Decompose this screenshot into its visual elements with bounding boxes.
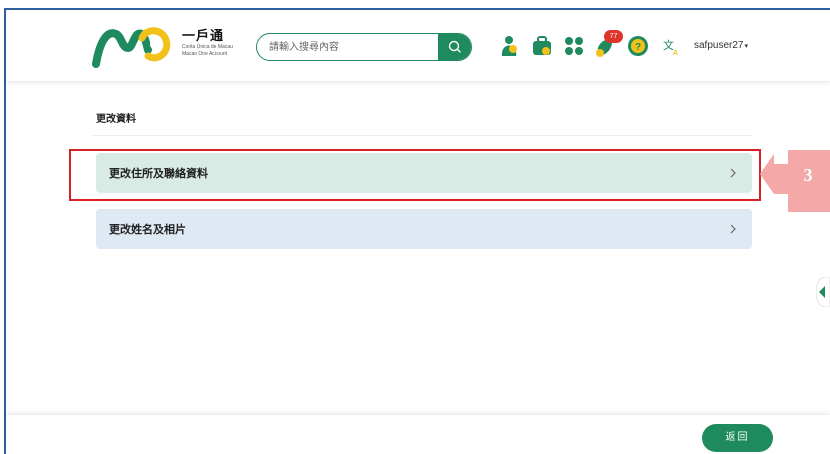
brand-subtitle-2: Macao One Account	[182, 51, 228, 57]
menu-item-change-name-photo[interactable]: 更改姓名及相片	[96, 209, 752, 249]
services-icon[interactable]	[498, 34, 520, 58]
notification-badge: 77	[604, 30, 623, 43]
side-tab-icon[interactable]	[816, 277, 830, 307]
search-input[interactable]	[269, 38, 439, 56]
chevron-down-icon: ▾	[744, 43, 748, 50]
user-menu[interactable]: safpuser27▾	[694, 40, 748, 51]
search-button[interactable]	[438, 34, 471, 60]
bag-icon[interactable]	[531, 34, 553, 58]
svg-text:?: ?	[635, 42, 641, 53]
title-divider	[92, 135, 752, 136]
svg-text:A: A	[673, 50, 678, 57]
step-number: 3	[803, 165, 813, 185]
username: safpuser27	[694, 40, 744, 51]
brand-subtitle-1: Conta Única de Macau	[182, 44, 233, 50]
page-title: 更改資料	[96, 114, 136, 125]
menu-item-label: 更改姓名及相片	[109, 223, 186, 236]
chevron-right-icon	[730, 224, 736, 234]
menu-item-label: 更改住所及聯絡資料	[109, 167, 208, 180]
brand-text: 一戶通 Conta Única de Macau Macao One Accou…	[182, 30, 233, 58]
search-icon	[448, 40, 461, 53]
translate-icon[interactable]: 文 A	[661, 34, 683, 58]
brand-name: 一戶通	[182, 29, 225, 44]
search-box	[256, 33, 472, 61]
menu-item-change-address-contact[interactable]: 更改住所及聯絡資料	[96, 153, 752, 193]
back-button[interactable]: 返回	[702, 424, 773, 452]
chevron-right-icon	[730, 168, 736, 178]
help-icon[interactable]: ?	[627, 34, 649, 58]
macau-logo-icon[interactable]	[92, 22, 172, 68]
apps-icon[interactable]	[563, 34, 585, 58]
